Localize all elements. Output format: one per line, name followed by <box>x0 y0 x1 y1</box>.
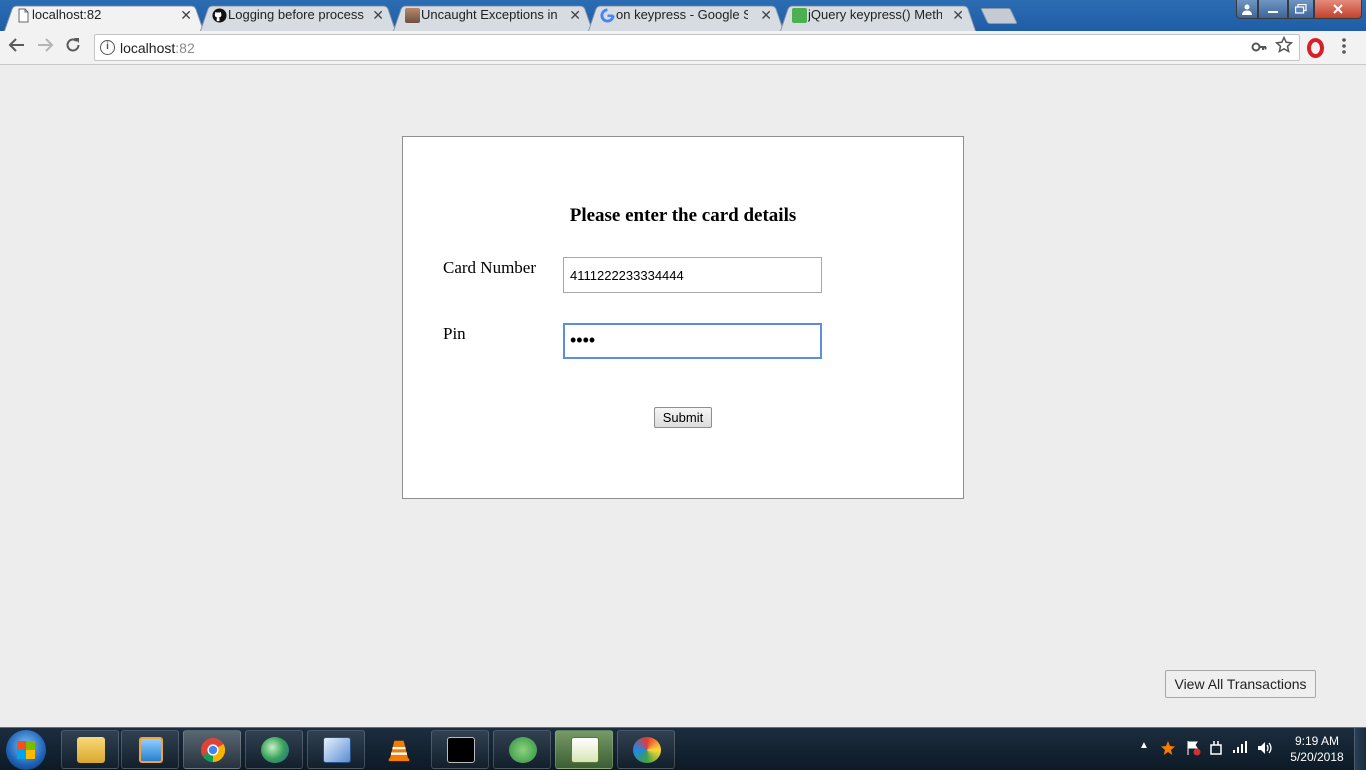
card-number-label: Card Number <box>443 258 537 277</box>
pin-label: Pin <box>443 324 466 343</box>
chrome-icon <box>200 737 226 763</box>
volume-icon[interactable] <box>1257 740 1273 756</box>
android-studio-icon <box>509 737 537 763</box>
browser-toolbar: i localhost:82 <box>0 31 1366 65</box>
system-clock[interactable]: 9:19 AM 5/20/2018 <box>1284 733 1350 765</box>
profile-button[interactable] <box>1236 0 1258 19</box>
card-details-form: Please enter the card details Card Numbe… <box>402 136 964 499</box>
new-tab-button[interactable] <box>980 8 1018 24</box>
reload-icon <box>66 38 80 52</box>
close-window-button[interactable] <box>1314 0 1362 19</box>
taskbar-notepad-plus-plus[interactable] <box>555 730 613 769</box>
taskbar-virtualbox[interactable] <box>307 730 365 769</box>
taskbar-paint[interactable] <box>617 730 675 769</box>
taskbar-file-explorer[interactable] <box>61 730 119 769</box>
page-icon <box>18 8 29 23</box>
notepad-plus-plus-icon <box>571 737 599 763</box>
tab-title: on keypress - Google Sea <box>616 7 748 22</box>
taskbar-chrome[interactable] <box>183 730 241 769</box>
file-explorer-icon <box>77 737 105 763</box>
close-icon[interactable]: ✕ <box>760 3 772 27</box>
taskbar-vlc[interactable] <box>369 730 427 769</box>
restore-icon <box>1295 3 1307 14</box>
tab-jquery-keypress[interactable]: jQuery keypress() Metho ✕ <box>780 3 976 31</box>
show-desktop-button[interactable] <box>1354 728 1366 770</box>
minimize-button[interactable] <box>1258 0 1288 19</box>
maximize-button[interactable] <box>1288 0 1314 19</box>
close-icon[interactable]: ✕ <box>180 3 192 27</box>
forward-button[interactable] <box>34 36 56 58</box>
back-button[interactable] <box>6 36 28 58</box>
info-icon[interactable]: i <box>100 40 115 55</box>
action-center-flag-icon[interactable] <box>1185 740 1201 756</box>
close-icon[interactable]: ✕ <box>952 3 964 27</box>
network-signal-icon[interactable] <box>1232 740 1248 754</box>
network-globe-icon <box>261 737 289 763</box>
show-hidden-icons-chevron-icon[interactable]: ▲ <box>1139 740 1149 751</box>
clock-date: 5/20/2018 <box>1290 750 1344 764</box>
tab-localhost[interactable]: localhost:82 ✕ <box>4 3 204 31</box>
media-player-icon <box>139 737 163 763</box>
pin-input[interactable]: •••• <box>563 323 822 359</box>
taskbar-cmd[interactable] <box>431 730 489 769</box>
address-url: localhost:82 <box>120 40 195 56</box>
virtualbox-icon <box>323 737 351 763</box>
start-button[interactable] <box>6 730 46 770</box>
menu-dots-icon[interactable] <box>1341 37 1347 55</box>
tab-github[interactable]: Logging before processi ✕ <box>200 3 396 31</box>
forward-arrow-icon <box>38 38 54 52</box>
tab-title: Uncaught Exceptions in N <box>421 7 561 22</box>
key-icon[interactable] <box>1251 39 1267 55</box>
form-heading: Please enter the card details <box>569 205 797 226</box>
github-icon <box>212 8 227 23</box>
close-icon <box>1333 4 1343 14</box>
close-icon[interactable]: ✕ <box>372 3 384 27</box>
submit-button[interactable]: Submit <box>654 407 712 428</box>
cmd-icon <box>447 737 475 763</box>
tab-title: jQuery keypress() Metho <box>808 7 942 22</box>
user-icon <box>1242 4 1252 15</box>
vlc-icon <box>388 740 410 762</box>
reload-button[interactable] <box>62 36 84 58</box>
address-bar[interactable]: i localhost:82 <box>94 34 1300 61</box>
card-number-input[interactable]: 4111222233334444 <box>563 257 822 293</box>
back-arrow-icon <box>8 38 24 52</box>
view-all-transactions-button[interactable]: View All Transactions <box>1165 670 1316 698</box>
minimize-icon <box>1268 11 1278 13</box>
opera-extension-icon[interactable] <box>1307 38 1324 58</box>
taskbar-android-studio[interactable] <box>493 730 551 769</box>
tab-uncaught-exceptions[interactable]: Uncaught Exceptions in N ✕ <box>393 3 593 31</box>
tab-title: localhost:82 <box>32 7 102 22</box>
bookmark-star-icon[interactable] <box>1275 36 1293 54</box>
google-icon <box>600 8 615 23</box>
w3schools-icon <box>792 8 807 23</box>
taskbar-network[interactable] <box>245 730 303 769</box>
clock-time: 9:19 AM <box>1294 734 1340 748</box>
tab-strip: localhost:82 ✕ Logging before processi ✕… <box>0 0 1366 31</box>
tab-google-search[interactable]: on keypress - Google Sea ✕ <box>588 3 784 31</box>
close-icon[interactable]: ✕ <box>569 3 581 27</box>
avast-icon[interactable] <box>1160 740 1176 756</box>
taskbar-media-player[interactable] <box>121 730 179 769</box>
windows-taskbar: ▲ 9:19 AM 5/20/2018 <box>0 727 1366 770</box>
power-plug-icon[interactable] <box>1209 740 1223 756</box>
paint-icon <box>633 737 661 763</box>
tab-title: Logging before processi <box>228 7 364 22</box>
avatar-icon <box>405 8 420 23</box>
